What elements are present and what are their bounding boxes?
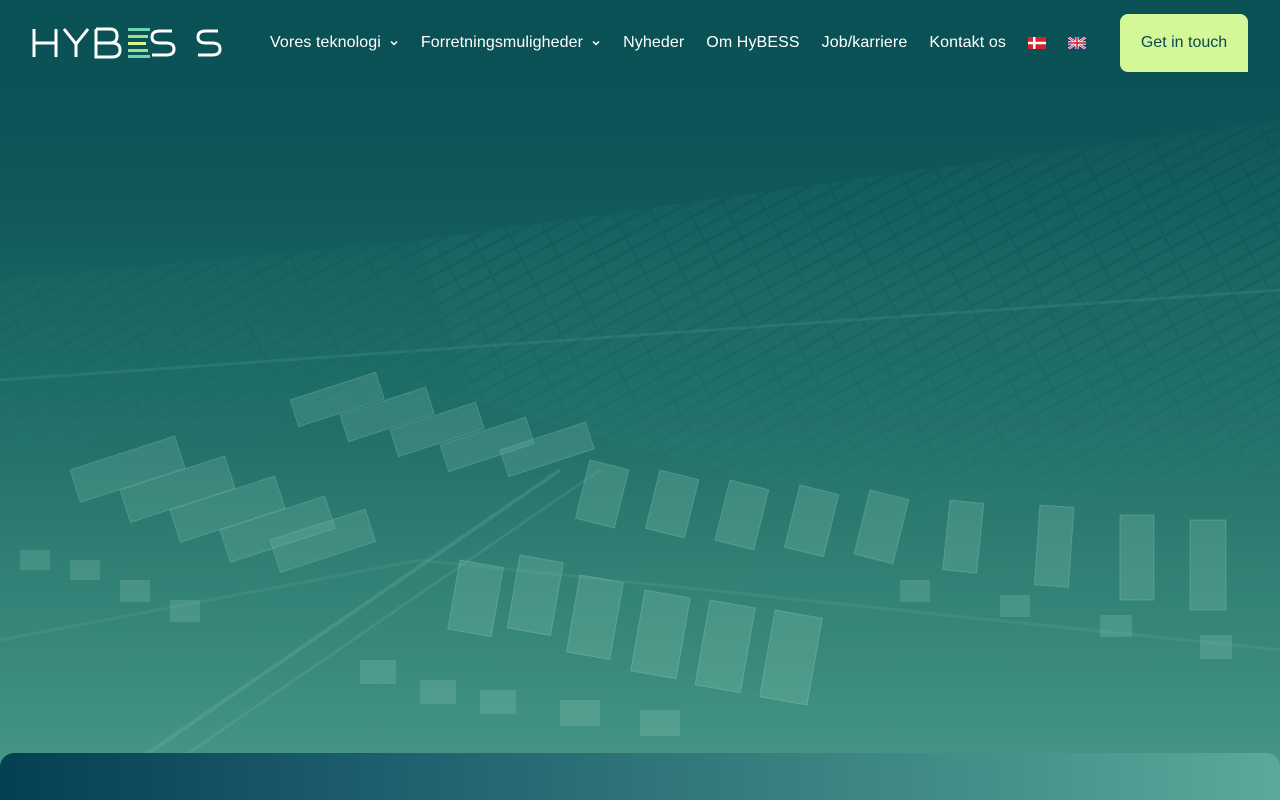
- nav-item-vores-teknologi[interactable]: Vores teknologi: [270, 34, 399, 52]
- main-nav: Vores teknologi Forretningsmuligheder Ny…: [270, 0, 1108, 86]
- site-header: Vores teknologi Forretningsmuligheder Ny…: [0, 0, 1280, 86]
- hero-section: [0, 0, 1280, 800]
- nav-item-om-hybess[interactable]: Om HyBESS: [706, 34, 799, 52]
- nav-item-job-karriere[interactable]: Job/karriere: [822, 34, 908, 52]
- nav-item-label: Vores teknologi: [270, 34, 381, 51]
- chevron-down-icon: [592, 40, 600, 46]
- nav-item-label: Job/karriere: [821, 34, 908, 51]
- nav-item-kontakt-os[interactable]: Kontakt os: [929, 34, 1006, 52]
- content-panel-top: [0, 753, 1280, 800]
- nav-item-nyheder[interactable]: Nyheder: [623, 34, 684, 52]
- chevron-down-icon: [390, 40, 398, 46]
- nav-item-label: Forretningsmuligheder: [420, 34, 584, 51]
- hero-background-image: [0, 0, 1280, 800]
- get-in-touch-button[interactable]: Get in touch: [1120, 14, 1248, 72]
- danish-flag-icon[interactable]: [1027, 37, 1046, 49]
- nav-item-forretningsmuligheder[interactable]: Forretningsmuligheder: [421, 34, 601, 52]
- nav-item-label: Kontakt os: [929, 34, 1006, 51]
- hybess-logo[interactable]: [32, 27, 224, 59]
- nav-item-label: Nyheder: [623, 34, 685, 51]
- nav-item-label: Om HyBESS: [706, 34, 800, 51]
- uk-flag-icon[interactable]: [1067, 37, 1086, 49]
